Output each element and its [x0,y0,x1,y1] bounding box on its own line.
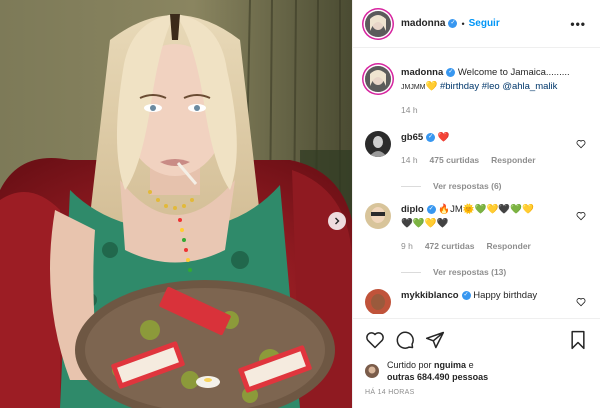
comment-body: 🔥JM🌞💚💛🖤💚💛 [438,204,534,215]
caption-emoji: 💛 [425,81,438,92]
caption-username[interactable]: madonna [401,67,443,78]
likes-suffix: pessoas [452,372,489,382]
view-replies-button[interactable]: Ver respostas (13) [401,267,588,277]
caption-line-1: Welcome to Jamaica......... [457,67,570,78]
avatar-image [365,66,391,92]
post-side-panel: madonna ✓ • Seguir ••• madonna ✓ Welcome … [352,0,600,408]
next-photo-button[interactable] [328,212,346,230]
comment-row: gb65 ✓ ❤️ 14 h 475 curtidas Responder [365,131,588,167]
comment-likes-count[interactable]: 472 curtidas [425,239,475,253]
avatar-image [365,203,391,229]
comment-body: Happy birthday [473,290,538,301]
caption-meta: 14 h [401,103,570,117]
verified-badge-icon: ✓ [426,132,436,142]
liked-by-and: e [468,360,474,370]
heart-icon[interactable] [365,330,385,350]
post-photo[interactable] [0,0,352,408]
comment-likes-count[interactable]: 475 curtidas [430,153,480,167]
comment-text: diplo ✓ 🔥JM🌞💚💛🖤💚💛 🖤💚💛🖤 9 h 472 curtidas R… [401,203,588,253]
comment-text: mykkiblanco ✓ Happy birthday [401,289,588,314]
comment-meta: 9 h 472 curtidas Responder [401,239,570,253]
follow-button[interactable]: Seguir [469,18,500,29]
post-timestamp[interactable]: HÁ 14 HORAS [365,389,588,396]
verified-badge-icon: ✓ [426,204,436,214]
others-label: outras [387,372,415,382]
comment-icon[interactable] [395,330,415,350]
post-actions: Curtido por nguima e outras 684.490 pess… [353,318,600,396]
comments-list[interactable]: madonna ✓ Welcome to Jamaica......... JMJ… [353,48,600,314]
caption-age: 14 h [401,105,418,115]
reply-button[interactable]: Responder [486,239,530,253]
avatar-image [365,289,391,314]
liked-by-text: Curtido por nguima e outras 684.490 pess… [387,359,488,383]
instagram-post-modal: madonna ✓ • Seguir ••• madonna ✓ Welcome … [0,0,600,408]
caption-avatar[interactable] [365,66,391,92]
share-icon[interactable] [425,330,445,350]
comment-username[interactable]: diplo [401,204,424,215]
verified-badge-icon: ✓ [446,67,456,77]
comment-avatar[interactable] [365,131,391,157]
post-image [0,0,352,408]
caption-text: madonna ✓ Welcome to Jamaica......... JMJ… [401,66,588,117]
comment-meta: 14 h 475 curtidas Responder [401,153,570,167]
mention-ahla-malik[interactable]: @ahla_malik [502,81,557,92]
avatar-image [365,131,391,157]
bookmark-icon[interactable] [568,330,588,350]
chevron-right-icon [335,217,340,225]
comment-username[interactable]: mykkiblanco [401,290,459,301]
avatar-image [365,10,391,37]
comment-text: gb65 ✓ ❤️ 14 h 475 curtidas Responder [401,131,588,167]
liked-by-others[interactable]: outras 684.490 pessoas [387,372,488,382]
liked-by-prefix: Curtido por [387,360,432,370]
likes-count: 684.490 [417,372,450,382]
caption-line-2: JMJMM [401,84,426,91]
comment-row: diplo ✓ 🔥JM🌞💚💛🖤💚💛 🖤💚💛🖤 9 h 472 curtidas R… [365,203,588,253]
reply-button[interactable]: Responder [491,153,535,167]
heart-icon[interactable] [576,139,586,149]
hashtag-leo[interactable]: #leo [482,81,500,92]
comment-body-line-2: 🖤💚💛🖤 [401,218,449,229]
verified-badge-icon: ✓ [461,290,471,300]
post-header: madonna ✓ • Seguir ••• [353,0,600,48]
separator-dot: • [461,18,465,29]
comment-username[interactable]: gb65 [401,132,423,143]
view-replies-button[interactable]: Ver respostas (6) [401,181,588,191]
hashtag-birthday[interactable]: #birthday [440,81,479,92]
caption-row: madonna ✓ Welcome to Jamaica......... JMJ… [365,66,588,117]
verified-badge-icon: ✓ [448,19,458,28]
comment-avatar[interactable] [365,203,391,229]
comment-age: 14 h [401,155,418,165]
comment-age: 9 h [401,241,413,251]
liker-avatar[interactable] [365,364,379,378]
heart-icon[interactable] [576,297,586,307]
comment-avatar[interactable] [365,289,391,314]
author-avatar[interactable] [365,10,391,37]
author-username[interactable]: madonna [401,18,445,29]
action-icons-bar [365,327,588,353]
liked-by-summary: Curtido por nguima e outras 684.490 pess… [365,359,588,383]
avatar-image [365,364,379,378]
comment-body: ❤️ [437,132,450,143]
heart-icon[interactable] [576,211,586,221]
more-options-icon[interactable]: ••• [570,17,586,31]
comment-row: mykkiblanco ✓ Happy birthday [365,289,588,314]
liked-by-user[interactable]: nguima [434,360,466,370]
